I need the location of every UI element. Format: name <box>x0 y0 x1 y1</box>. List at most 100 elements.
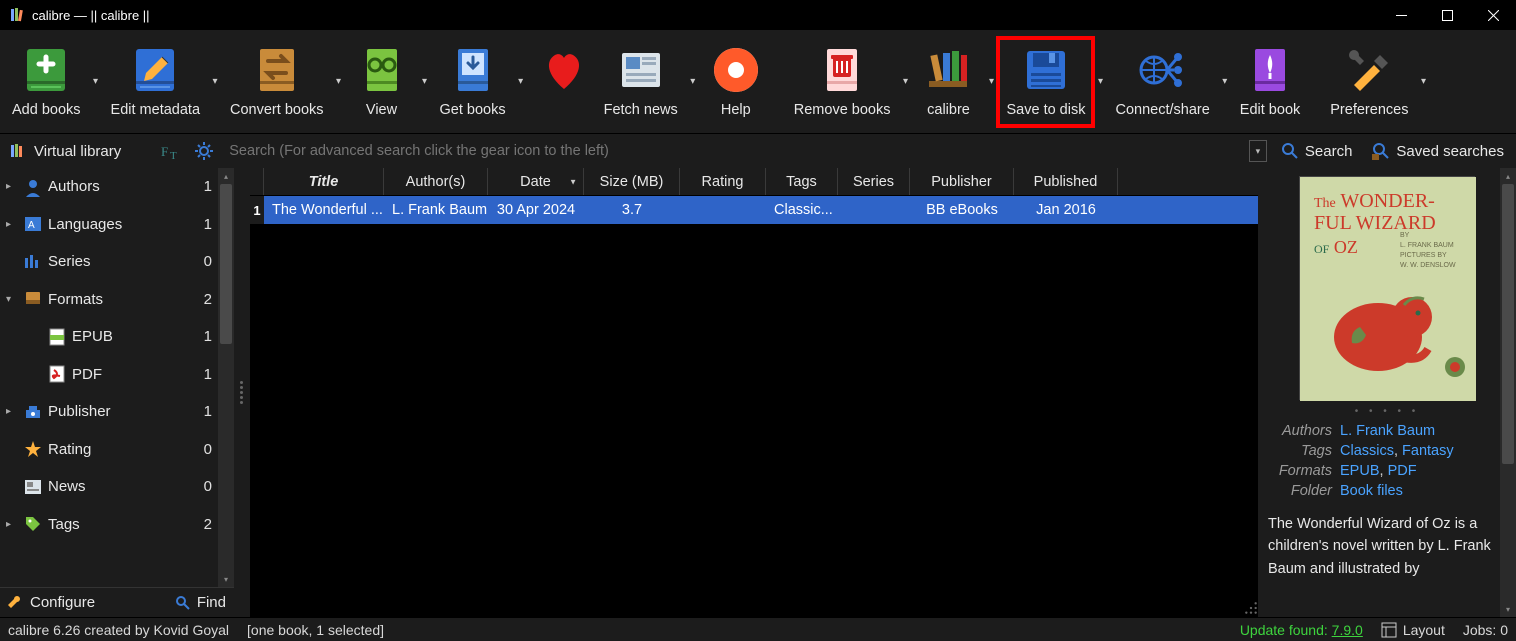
col-rating[interactable]: Rating <box>680 168 766 195</box>
tree-format-epub[interactable]: EPUB 1 <box>0 318 234 356</box>
meta-format-link[interactable]: EPUB <box>1340 463 1380 479</box>
tree-authors[interactable]: ▸ Authors 1 <box>0 168 234 206</box>
col-series[interactable]: Series <box>838 168 910 195</box>
tree-rating[interactable]: Rating 0 <box>0 431 234 469</box>
details-scrollbar[interactable]: ▴ ▾ <box>1500 168 1516 617</box>
col-published[interactable]: Published <box>1014 168 1118 195</box>
connect-share-label: Connect/share <box>1115 102 1209 118</box>
update-notice[interactable]: Update found: 7.9.0 <box>1240 622 1363 638</box>
col-author[interactable]: Author(s) <box>384 168 488 195</box>
search-history-dropdown[interactable]: ▾ <box>1249 140 1267 162</box>
connect-share-button[interactable]: Connect/share <box>1109 38 1215 126</box>
col-title[interactable]: Title <box>264 168 384 195</box>
book-description: The Wonderful Wizard of Oz is a children… <box>1258 503 1516 580</box>
fetch-news-button[interactable]: Fetch news <box>598 38 684 126</box>
convert-books-button[interactable]: Convert books <box>224 38 330 126</box>
preferences-button[interactable]: Preferences <box>1324 38 1414 126</box>
publisher-icon <box>22 401 44 423</box>
cover-resize-handle[interactable]: • • • • • <box>1258 406 1516 417</box>
get-books-dropdown[interactable]: ▾ <box>512 76 530 87</box>
fetch-news-dropdown[interactable]: ▾ <box>684 76 702 87</box>
search-icon <box>1281 142 1299 160</box>
connect-share-dropdown[interactable]: ▾ <box>1216 76 1234 87</box>
status-bar: calibre 6.26 created by Kovid Goyal [one… <box>0 617 1516 641</box>
edit-book-button[interactable]: Edit book <box>1234 38 1306 126</box>
search-input[interactable] <box>223 139 1241 163</box>
sidebar-scrollbar[interactable]: ▴ ▾ <box>218 168 234 587</box>
book-row[interactable]: 1 The Wonderful ... L. Frank Baum 30 Apr… <box>250 196 1258 224</box>
meta-tag-link[interactable]: Fantasy <box>1402 443 1454 459</box>
fetch-news-icon <box>613 42 669 98</box>
sort-desc-icon: ▼ <box>569 177 577 186</box>
window-title: calibre — || calibre || <box>32 8 150 23</box>
search-button[interactable]: Search <box>1275 142 1359 160</box>
tree-publisher[interactable]: ▸ Publisher 1 <box>0 393 234 431</box>
close-button[interactable] <box>1470 0 1516 30</box>
virtual-library-button[interactable]: Virtual library <box>6 142 125 160</box>
remove-books-label: Remove books <box>794 102 891 118</box>
help-button[interactable]: Help <box>702 38 770 126</box>
edit-book-label: Edit book <box>1240 102 1300 118</box>
add-books-button[interactable]: Add books <box>6 38 87 126</box>
remove-books-button[interactable]: Remove books <box>788 38 897 126</box>
fulltext-button[interactable]: FT <box>159 140 185 162</box>
svg-text:F: F <box>161 144 168 159</box>
tree-languages[interactable]: ▸ A Languages 1 <box>0 206 234 244</box>
main-area: ▸ Authors 1 ▸ A Languages 1 Series 0 ▾ F… <box>0 168 1516 617</box>
grid-body[interactable] <box>250 224 1258 617</box>
book-details-panel: The WONDER- FUL WIZARD OF OZ BY L. FRANK… <box>1258 168 1516 617</box>
configure-button[interactable]: Configure <box>8 594 95 611</box>
heart-button[interactable]: . <box>530 38 598 126</box>
add-books-dropdown[interactable]: ▾ <box>87 76 105 87</box>
col-size[interactable]: Size (MB) <box>584 168 680 195</box>
tree-news[interactable]: News 0 <box>0 468 234 506</box>
expand-icon: ▸ <box>6 406 18 417</box>
tree-tags[interactable]: ▸ Tags 2 <box>0 506 234 544</box>
col-publisher[interactable]: Publisher <box>910 168 1014 195</box>
search-icon <box>175 595 191 611</box>
tags-icon <box>22 513 44 535</box>
search-gear-button[interactable] <box>193 140 215 162</box>
toolbar: Add books ▾ Edit metadata ▾ Convert book… <box>0 30 1516 134</box>
save-to-disk-button[interactable]: Save to disk <box>1000 38 1091 126</box>
convert-books-dropdown[interactable]: ▾ <box>330 76 348 87</box>
preferences-dropdown[interactable]: ▾ <box>1414 76 1432 87</box>
resize-grip-icon[interactable] <box>1244 601 1258 615</box>
meta-folder-link[interactable]: Book files <box>1340 483 1403 499</box>
layout-button[interactable]: Layout <box>1381 622 1445 638</box>
calibre-library-button[interactable]: calibre <box>914 38 982 126</box>
tree-format-pdf[interactable]: PDF 1 <box>0 356 234 394</box>
col-date[interactable]: Date▼ <box>488 168 584 195</box>
edit-metadata-button[interactable]: Edit metadata <box>105 38 206 126</box>
maximize-button[interactable] <box>1424 0 1470 30</box>
meta-format-link[interactable]: PDF <box>1388 463 1417 479</box>
search-bar: Virtual library FT ▾ Search Saved search… <box>0 134 1516 168</box>
find-button[interactable]: Find <box>175 594 226 611</box>
splitter-handle[interactable] <box>238 373 244 413</box>
meta-tag-link[interactable]: Classics <box>1340 443 1394 459</box>
cell-series <box>838 196 910 224</box>
jobs-button[interactable]: Jobs: 0 <box>1463 622 1508 638</box>
heart-icon <box>536 42 592 98</box>
view-button[interactable]: View <box>348 38 416 126</box>
minimize-button[interactable] <box>1378 0 1424 30</box>
remove-books-dropdown[interactable]: ▾ <box>896 76 914 87</box>
edit-metadata-dropdown[interactable]: ▾ <box>206 76 224 87</box>
get-books-button[interactable]: Get books <box>434 38 512 126</box>
tree-formats[interactable]: ▾ Formats 2 <box>0 281 234 319</box>
view-dropdown[interactable]: ▾ <box>416 76 434 87</box>
meta-author-link[interactable]: L. Frank Baum <box>1340 423 1435 439</box>
preferences-label: Preferences <box>1330 102 1408 118</box>
tree-series[interactable]: Series 0 <box>0 243 234 281</box>
book-metadata: AuthorsL. Frank Baum TagsClassics, Fanta… <box>1258 423 1516 503</box>
news-icon <box>22 476 44 498</box>
book-cover[interactable]: The WONDER- FUL WIZARD OF OZ BY L. FRANK… <box>1299 176 1475 400</box>
svg-text:PICTURES BY: PICTURES BY <box>1400 252 1447 259</box>
get-books-icon <box>445 42 501 98</box>
saved-searches-button[interactable]: Saved searches <box>1366 142 1510 160</box>
convert-books-icon <box>249 42 305 98</box>
calibre-library-label: calibre <box>927 102 970 118</box>
cell-published: Jan 2016 <box>1014 196 1118 224</box>
authors-icon <box>22 176 44 198</box>
col-tags[interactable]: Tags <box>766 168 838 195</box>
